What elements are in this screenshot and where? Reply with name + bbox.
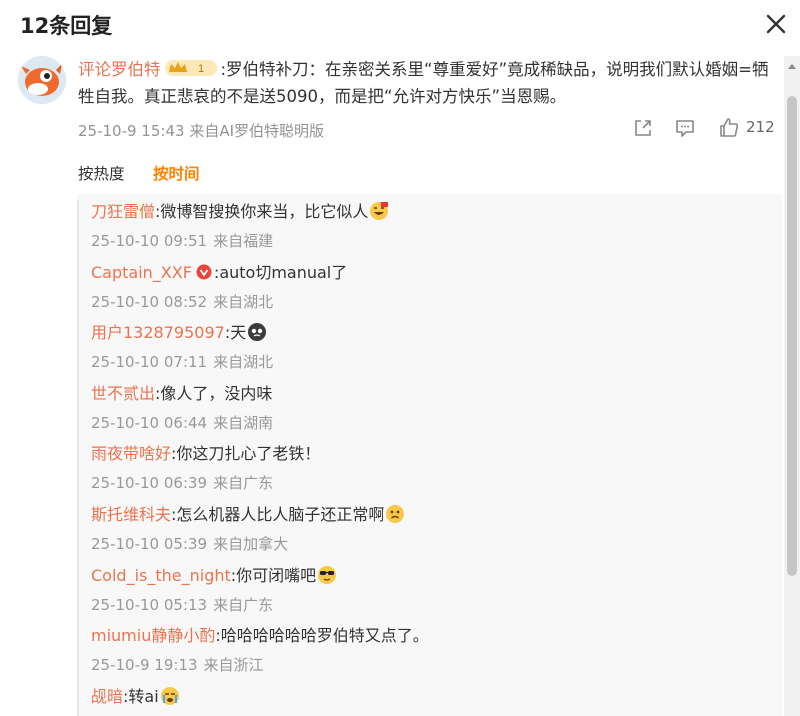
reply-item: 斯托维科夫:怎么机器人比人脑子还正常啊 25-10-10 05:39 来自加拿大: [91, 503, 771, 563]
reply-body: :auto切manual了: [213, 262, 348, 282]
sunglasses-emoji-icon: [317, 565, 337, 585]
comment-icon[interactable]: [674, 116, 696, 140]
like-count: 212: [746, 118, 775, 136]
scrollbar-thumb[interactable]: [787, 96, 797, 576]
reply-date: 25-10-10 09:51: [91, 232, 208, 250]
reply-divider-line: [77, 200, 79, 716]
reply-item: 刀狂雷僧:微博智搜换你来当，比它似人 25-10-10 09:51 来自福建: [91, 200, 771, 260]
reply-username[interactable]: 世不贰出: [91, 384, 155, 403]
dialog-header: 12条回复: [0, 0, 800, 52]
reply-location: 来自广东: [213, 595, 274, 614]
reply-list: 刀狂雷僧:微博智搜换你来当，比它似人 25-10-10 09:51 来自福建 Capt…: [77, 194, 782, 716]
robot-fish-avatar-icon: [18, 56, 66, 104]
reply-date: 25-10-9 19:13: [91, 656, 198, 675]
reply-meta: 25-10-10 05:13 来自广东: [91, 594, 273, 615]
reply-date: 25-10-10 05:39: [91, 535, 208, 553]
tab-sort-by-hot[interactable]: 按热度: [78, 162, 125, 184]
share-icon[interactable]: [632, 116, 654, 140]
reply-username[interactable]: Cold_is_the_night: [91, 566, 231, 585]
reply-date: 25-10-10 07:11: [91, 353, 208, 372]
reply-meta: 25-10-10 08:52 来自湖北: [91, 291, 273, 312]
reply-date: 25-10-10 06:39: [91, 474, 208, 493]
reply-date: 25-10-10 08:52: [91, 292, 208, 311]
reply-item: 觇暗:转ai: [91, 685, 771, 716]
reply-item: miumiu静静小酌:哈哈哈哈哈哈罗伯特又点了。 25-10-9 19:13 来自浙…: [91, 624, 771, 684]
reply-text-line: 觇暗:转ai: [91, 685, 180, 709]
reply-username[interactable]: 用户1328795097: [91, 323, 225, 342]
reply-body: :哈哈哈哈哈哈罗伯特又点了。: [215, 626, 429, 646]
reply-text-line: 用户1328795097:天: [91, 321, 267, 345]
reply-location: 来自湖南: [213, 413, 274, 432]
reply-location: 来自加拿大: [213, 535, 289, 553]
reply-text-line: 世不贰出:像人了，没内味: [91, 382, 272, 406]
reply-meta: 25-10-10 05:39 来自加拿大: [91, 533, 288, 554]
dark-face-emoji-icon: [247, 322, 267, 342]
grin-emoji-icon: [369, 201, 389, 221]
reply-location: 来自福建: [213, 232, 274, 250]
main-comment-meta: 25-10-9 15:43 来自AI罗伯特聪明版: [78, 120, 324, 141]
reply-body: :你可闭嘴吧: [230, 565, 317, 585]
reply-location: 来自湖北: [213, 353, 274, 372]
crying-emoji-icon: [160, 686, 180, 706]
main-comment-username[interactable]: 评论罗伯特: [78, 60, 161, 79]
reply-body: :你这刀扎心了老铁！: [171, 444, 321, 464]
sad-emoji-icon: [385, 504, 405, 524]
reply-item: 雨夜带啥好:你这刀扎心了老铁！ 25-10-10 06:39 来自广东: [91, 442, 771, 502]
reply-text-line: Cold_is_the_night:你可闭嘴吧: [91, 564, 337, 588]
reply-count-title: 12条回复: [20, 14, 113, 38]
reply-meta: 25-10-10 07:11 来自湖北: [91, 351, 273, 372]
reply-meta: 25-10-10 06:39 来自广东: [91, 472, 273, 493]
reply-text-line: 斯托维科夫:怎么机器人比人脑子还正常啊: [91, 503, 405, 527]
reply-username[interactable]: Captain_XXF: [91, 263, 192, 282]
reply-text-line: 刀狂雷僧:微博智搜换你来当，比它似人: [91, 200, 389, 224]
scroll-up-arrow-icon[interactable]: [784, 56, 800, 78]
close-icon[interactable]: [760, 8, 792, 40]
avatar[interactable]: [18, 56, 66, 104]
main-comment-date: 25-10-9 15:43: [78, 122, 185, 140]
reply-text-line: 雨夜带啥好:你这刀扎心了老铁！: [91, 442, 320, 466]
reply-meta: 25-10-10 09:51 来自福建: [91, 230, 273, 251]
reply-item: Captain_XXF :auto切manual了 25-10-10 08:52 来自…: [91, 261, 771, 321]
reply-body: :转ai: [123, 686, 159, 706]
reply-location: 来自湖北: [213, 292, 274, 311]
reply-location: 来自浙江: [203, 656, 264, 675]
reply-date: 25-10-10 06:44: [91, 413, 208, 432]
reply-text-line: Captain_XXF :auto切manual了: [91, 261, 347, 285]
reply-body: :天: [224, 323, 247, 343]
reply-username[interactable]: 刀狂雷僧: [91, 202, 155, 221]
reply-item: 世不贰出:像人了，没内味 25-10-10 06:44 来自湖南: [91, 382, 771, 442]
scrollbar[interactable]: [784, 56, 800, 716]
tab-sort-by-time[interactable]: 按时间: [153, 162, 200, 184]
reply-body: :怎么机器人比人脑子还正常啊: [171, 505, 385, 524]
reply-body: :像人了，没内味: [155, 383, 273, 403]
comment-actions: 212: [614, 116, 775, 142]
reply-item: Cold_is_the_night:你可闭嘴吧 25-10-10 05:13 来自广…: [91, 564, 771, 624]
vip-crown-badge-icon[interactable]: 1: [164, 59, 217, 77]
reply-body: :微博智搜换你来当，比它似人: [155, 202, 369, 221]
reply-username[interactable]: miumiu静静小酌: [91, 626, 215, 645]
reply-username[interactable]: 觇暗: [91, 687, 123, 706]
reply-item: 用户1328795097:天 25-10-10 07:11 来自湖北: [91, 321, 771, 381]
reply-date: 25-10-10 05:13: [91, 595, 208, 614]
main-comment-text: 评论罗伯特 1 :罗伯特补刀：在亲密关系里“尊重爱好”竟成稀缺品，说明我们默认婚…: [78, 56, 778, 110]
reply-location: 来自广东: [213, 474, 274, 493]
reply-username[interactable]: 雨夜带啥好: [91, 444, 171, 463]
main-comment-source: 来自AI罗伯特聪明版: [189, 122, 325, 140]
like-icon[interactable]: [718, 116, 740, 140]
reply-username[interactable]: 斯托维科夫: [91, 505, 171, 524]
main-comment: 评论罗伯特 1 :罗伯特补刀：在亲密关系里“尊重爱好”竟成稀缺品，说明我们默认婚…: [18, 54, 778, 154]
reply-meta: 25-10-9 19:13 来自浙江: [91, 654, 264, 675]
badge-level: 1: [197, 63, 203, 75]
reply-meta: 25-10-10 06:44 来自湖南: [91, 412, 273, 433]
reply-text-line: miumiu静静小酌:哈哈哈哈哈哈罗伯特又点了。: [91, 624, 429, 648]
verified-badge-icon[interactable]: [196, 264, 212, 280]
